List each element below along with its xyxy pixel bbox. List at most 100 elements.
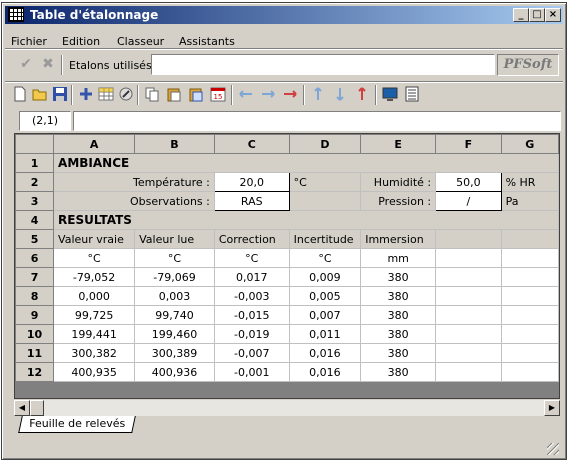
empty-cell[interactable] [435, 286, 502, 306]
arrow-up-red-icon[interactable] [353, 86, 371, 104]
column-header-e[interactable]: E [360, 134, 437, 154]
header-valeur-vraie[interactable]: Valeur vraie [53, 229, 136, 249]
row-header[interactable]: 2 [15, 172, 55, 192]
data-cell[interactable]: 0,016 [288, 343, 362, 363]
data-cell[interactable]: 380 [360, 286, 437, 306]
empty-cell[interactable] [500, 267, 559, 287]
data-cell[interactable]: 300,382 [53, 343, 136, 363]
data-cell[interactable]: 380 [360, 362, 437, 382]
data-cell[interactable]: 199,460 [134, 324, 215, 344]
unit-cell[interactable]: mm [360, 248, 437, 268]
empty-cell[interactable] [500, 248, 559, 268]
minimize-button[interactable]: _ [513, 8, 529, 22]
add-icon[interactable] [77, 86, 95, 104]
row-header[interactable]: 5 [15, 229, 55, 249]
temperature-label[interactable]: Température : [53, 172, 215, 192]
etalons-input[interactable] [151, 54, 495, 75]
empty-cell[interactable] [435, 229, 502, 249]
copy-icon[interactable] [143, 86, 161, 104]
row-header[interactable]: 8 [15, 286, 55, 306]
scroll-thumb[interactable] [30, 400, 44, 416]
cancel-icon[interactable]: ✖ [39, 55, 57, 73]
empty-cell[interactable] [288, 191, 362, 211]
data-cell[interactable]: -0,001 [213, 362, 290, 382]
data-cell[interactable]: 0,011 [288, 324, 362, 344]
data-cell[interactable]: 380 [360, 267, 437, 287]
open-folder-icon[interactable] [31, 86, 49, 104]
tab-feuille-de-releves[interactable]: Feuille de relevés [18, 416, 136, 433]
header-correction[interactable]: Correction [213, 229, 290, 249]
move-right-icon[interactable] [259, 86, 277, 104]
maximize-button[interactable]: □ [529, 8, 545, 22]
header-incertitude[interactable]: Incertitude [288, 229, 362, 249]
data-cell[interactable]: -0,003 [213, 286, 290, 306]
check-icon[interactable]: ✔ [17, 55, 35, 73]
empty-cell[interactable] [500, 324, 559, 344]
empty-cell[interactable] [500, 286, 559, 306]
empty-cell[interactable] [435, 305, 502, 325]
data-cell[interactable]: -0,007 [213, 343, 290, 363]
data-cell[interactable]: 0,003 [134, 286, 215, 306]
new-file-icon[interactable] [11, 86, 29, 104]
empty-cell[interactable] [435, 324, 502, 344]
row-header[interactable]: 9 [15, 305, 55, 325]
formula-input[interactable] [73, 111, 561, 131]
column-header-g[interactable]: G [500, 134, 559, 154]
pression-unit[interactable]: Pa [500, 191, 559, 211]
resultats-section-title[interactable]: RESULTATS [53, 210, 559, 230]
paste-special-icon[interactable] [187, 86, 205, 104]
empty-cell[interactable] [435, 248, 502, 268]
humidite-value[interactable]: 50,0 [435, 172, 502, 192]
empty-cell[interactable] [435, 362, 502, 382]
data-cell[interactable]: 0,007 [288, 305, 362, 325]
header-immersion[interactable]: Immersion [360, 229, 437, 249]
data-cell[interactable]: 0,009 [288, 267, 362, 287]
title-bar[interactable]: Table d'étalonnage _ □ × [5, 6, 563, 24]
ambiance-section-title[interactable]: AMBIANCE [53, 153, 559, 173]
data-cell[interactable]: 99,740 [134, 305, 215, 325]
data-cell[interactable]: 400,935 [53, 362, 136, 382]
resize-grip[interactable] [547, 443, 559, 455]
unit-cell[interactable]: °C [53, 248, 136, 268]
unit-cell[interactable]: °C [213, 248, 290, 268]
edit-icon[interactable] [117, 86, 135, 104]
data-cell[interactable]: 400,936 [134, 362, 215, 382]
data-cell[interactable]: -79,052 [53, 267, 136, 287]
data-cell[interactable]: -0,015 [213, 305, 290, 325]
data-cell[interactable]: 380 [360, 305, 437, 325]
menu-classeur[interactable]: Classeur [117, 35, 164, 48]
calendar-icon[interactable]: 15 [209, 86, 227, 104]
row-header[interactable]: 1 [15, 153, 55, 173]
corner-cell[interactable] [15, 134, 55, 154]
temperature-value[interactable]: 20,0 [213, 172, 290, 192]
data-cell[interactable]: 199,441 [53, 324, 136, 344]
grid-icon[interactable] [97, 86, 115, 104]
move-both-icon[interactable] [281, 86, 299, 104]
close-button[interactable]: × [545, 8, 561, 22]
menu-assistants[interactable]: Assistants [179, 35, 235, 48]
empty-cell[interactable] [500, 229, 559, 249]
column-header-c[interactable]: C [213, 134, 290, 154]
data-cell[interactable]: 0,000 [53, 286, 136, 306]
empty-cell[interactable] [500, 362, 559, 382]
data-cell[interactable]: 99,725 [53, 305, 136, 325]
data-cell[interactable]: 0,005 [288, 286, 362, 306]
insert-up-icon[interactable] [309, 86, 327, 104]
row-header[interactable]: 10 [15, 324, 55, 344]
cell-reference-field[interactable]: (2,1) [19, 111, 71, 131]
observations-label[interactable]: Observations : [53, 191, 215, 211]
scroll-left-button[interactable]: ◀ [14, 400, 30, 416]
data-cell[interactable]: -79,069 [134, 267, 215, 287]
pression-label[interactable]: Pression : [360, 191, 437, 211]
empty-cell[interactable] [500, 343, 559, 363]
menu-edition[interactable]: Edition [62, 35, 100, 48]
data-cell[interactable]: 380 [360, 343, 437, 363]
empty-cell[interactable] [435, 343, 502, 363]
data-cell[interactable]: 0,017 [213, 267, 290, 287]
scroll-right-button[interactable]: ▶ [544, 400, 560, 416]
row-header[interactable]: 6 [15, 248, 55, 268]
column-header-b[interactable]: B [134, 134, 215, 154]
horizontal-scrollbar[interactable]: ◀ ▶ [14, 400, 560, 416]
monitor-icon[interactable] [381, 86, 399, 104]
header-valeur-lue[interactable]: Valeur lue [134, 229, 215, 249]
